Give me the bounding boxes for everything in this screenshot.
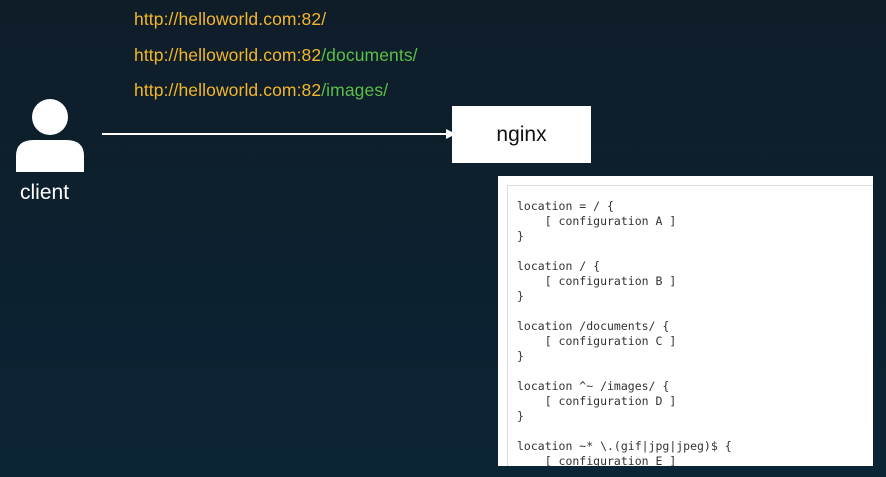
url-path: /images/ (321, 80, 389, 100)
config-code: location = / { [ configuration A ] } loc… (517, 199, 732, 466)
closing-brace: } (517, 289, 524, 303)
closing-brace: } (517, 409, 524, 423)
location-directive: location = / { (517, 199, 614, 213)
configuration-line: [ configuration C ] (517, 334, 677, 348)
location-block-e: location ~* \.(gif|jpg|jpeg)$ { [ config… (517, 439, 732, 466)
closing-brace: } (517, 229, 524, 243)
url-images: http://helloworld.com:82/images/ (134, 80, 388, 101)
request-arrow (102, 129, 456, 139)
location-block-b: location / { [ configuration B ] } (517, 259, 732, 304)
url-base: http://helloworld.com:82 (134, 80, 322, 100)
user-icon (16, 99, 84, 172)
nginx-config-panel: location = / { [ configuration A ] } loc… (498, 176, 873, 466)
location-block-a: location = / { [ configuration A ] } (517, 199, 732, 244)
location-directive: location ^~ /images/ { (517, 379, 670, 393)
location-directive: location / { (517, 259, 601, 273)
configuration-line: [ configuration E ] (517, 454, 677, 466)
url-documents: http://helloworld.com:82/documents/ (134, 45, 418, 66)
location-directive: location ~* \.(gif|jpg|jpeg)$ { (517, 439, 732, 453)
configuration-line: [ configuration A ] (517, 214, 677, 228)
location-block-d: location ^~ /images/ { [ configuration D… (517, 379, 732, 424)
url-path: /documents/ (321, 45, 418, 65)
location-directive: location /documents/ { (517, 319, 670, 333)
location-block-c: location /documents/ { [ configuration C… (517, 319, 732, 364)
nginx-label: nginx (496, 122, 547, 146)
client-label: client (20, 181, 70, 204)
configuration-line: [ configuration B ] (517, 274, 677, 288)
nginx-server-box: nginx (452, 106, 591, 163)
configuration-line: [ configuration D ] (517, 394, 677, 408)
url-root: http://helloworld.com:82/ (134, 9, 326, 30)
url-base: http://helloworld.com:82 (134, 45, 322, 65)
url-base: http://helloworld.com:82/ (134, 9, 327, 29)
closing-brace: } (517, 349, 524, 363)
